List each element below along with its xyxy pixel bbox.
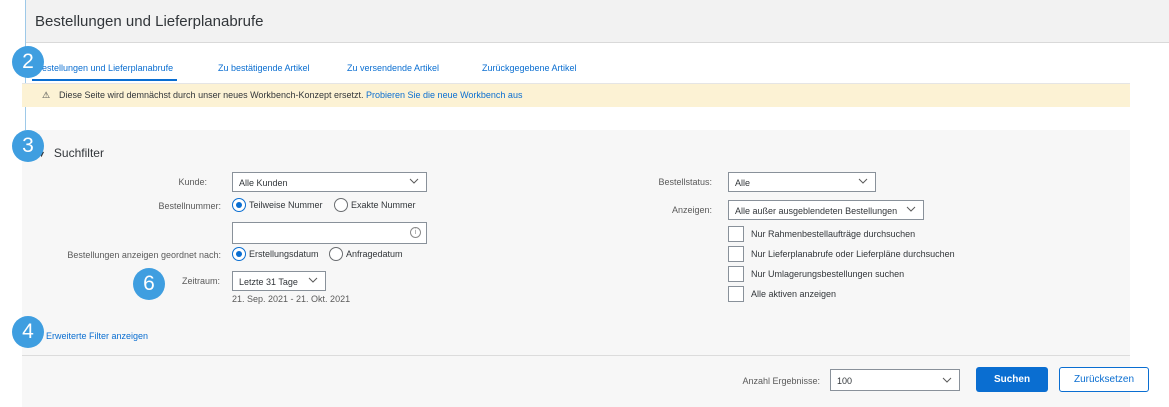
radio-exact-number[interactable]: Exakte Nummer bbox=[334, 198, 416, 212]
order-number-label: Bestellnummer: bbox=[158, 201, 221, 211]
search-filter-heading: Suchfilter bbox=[53, 146, 104, 160]
checkbox-blanket-orders[interactable] bbox=[728, 226, 744, 242]
checkbox-all-active-label: Alle aktiven anzeigen bbox=[751, 289, 837, 299]
results-count-label: Anzahl Ergebnisse: bbox=[742, 376, 820, 386]
order-number-input[interactable] bbox=[232, 222, 427, 244]
radio-exact-label: Exakte Nummer bbox=[351, 200, 416, 210]
display-select-value: Alle außer ausgeblendeten Bestellungen bbox=[735, 206, 898, 216]
tab-to-ship[interactable]: Zu versendende Artikel bbox=[347, 63, 439, 73]
checkbox-transfer-orders[interactable] bbox=[728, 266, 744, 282]
period-select[interactable]: Letzte 31 Tage bbox=[232, 271, 326, 291]
step-badge-4: 4 bbox=[12, 316, 44, 348]
tab-to-confirm[interactable]: Zu bestätigende Artikel bbox=[218, 63, 310, 73]
order-status-label: Bestellstatus: bbox=[658, 177, 712, 187]
radio-partial-circle bbox=[232, 198, 246, 212]
customer-select-value: Alle Kunden bbox=[239, 178, 288, 188]
date-range-text: 21. Sep. 2021 - 21. Okt. 2021 bbox=[232, 294, 351, 304]
checkbox-all-active[interactable] bbox=[728, 286, 744, 302]
search-button[interactable]: Suchen bbox=[976, 367, 1048, 392]
radio-request-label: Anfragedatum bbox=[346, 249, 403, 259]
checkbox-transfer-orders-label: Nur Umlagerungsbestellungen suchen bbox=[751, 269, 905, 279]
checkbox-blanket-orders-label: Nur Rahmenbestellaufträge durchsuchen bbox=[751, 229, 916, 239]
radio-request-date[interactable]: Anfragedatum bbox=[329, 247, 403, 261]
search-filter-toggle[interactable]: ▼Suchfilter bbox=[37, 146, 104, 160]
warning-icon: ⚠ bbox=[42, 90, 51, 100]
page-header: Bestellungen und Lieferplanabrufe bbox=[26, 0, 1169, 43]
radio-partial-number[interactable]: Teilweise Nummer bbox=[232, 198, 323, 212]
radio-creation-label: Erstellungsdatum bbox=[249, 249, 319, 259]
radio-creation-date[interactable]: Erstellungsdatum bbox=[232, 247, 319, 261]
period-select-value: Letzte 31 Tage bbox=[239, 277, 298, 287]
divider bbox=[22, 355, 1130, 356]
results-count-value: 100 bbox=[837, 376, 853, 386]
customer-select[interactable]: Alle Kunden bbox=[232, 172, 427, 192]
tab-returned[interactable]: Zurückgegebene Artikel bbox=[482, 63, 577, 73]
workbench-notice: ⚠ Diese Seite wird demnächst durch unser… bbox=[22, 84, 1130, 107]
order-status-select[interactable]: Alle bbox=[728, 172, 876, 192]
chevron-down-icon bbox=[409, 178, 419, 184]
chevron-down-icon bbox=[942, 377, 952, 383]
advanced-filters-link[interactable]: Erweiterte Filter anzeigen bbox=[46, 331, 148, 341]
period-label: Zeitraum: bbox=[181, 276, 220, 286]
chevron-down-icon bbox=[308, 277, 318, 283]
page-title: Bestellungen und Lieferplanabrufe bbox=[35, 13, 264, 30]
chevron-down-icon bbox=[906, 206, 916, 212]
step-badge-2: 2 bbox=[12, 46, 44, 78]
order-status-value: Alle bbox=[735, 178, 751, 188]
radio-creation-circle bbox=[232, 247, 246, 261]
customer-label: Kunde: bbox=[178, 177, 207, 187]
display-label: Anzeigen: bbox=[671, 205, 712, 215]
reset-button[interactable]: Zurücksetzen bbox=[1059, 367, 1149, 392]
tab-bar: Bestellungen und Lieferplanabrufe Zu bes… bbox=[22, 58, 1130, 84]
results-count-select[interactable]: 100 bbox=[830, 369, 960, 391]
info-icon[interactable]: i bbox=[410, 227, 421, 238]
search-filter-panel bbox=[22, 130, 1130, 407]
radio-partial-label: Teilweise Nummer bbox=[249, 200, 323, 210]
sort-label: Bestellungen anzeigen geordnet nach: bbox=[67, 250, 221, 260]
radio-exact-circle bbox=[334, 198, 348, 212]
radio-request-circle bbox=[329, 247, 343, 261]
display-select[interactable]: Alle außer ausgeblendeten Bestellungen bbox=[728, 200, 924, 220]
workbench-link[interactable]: Probieren Sie die neue Workbench aus bbox=[366, 90, 522, 100]
checkbox-release-orders-label: Nur Lieferplanabrufe oder Lieferpläne du… bbox=[751, 249, 955, 259]
notice-text: Diese Seite wird demnächst durch unser n… bbox=[59, 90, 364, 100]
step-badge-3: 3 bbox=[12, 130, 44, 162]
checkbox-release-orders[interactable] bbox=[728, 246, 744, 262]
tab-orders[interactable]: Bestellungen und Lieferplanabrufe bbox=[31, 63, 178, 81]
chevron-down-icon bbox=[858, 178, 868, 184]
step-badge-6: 6 bbox=[133, 268, 165, 300]
